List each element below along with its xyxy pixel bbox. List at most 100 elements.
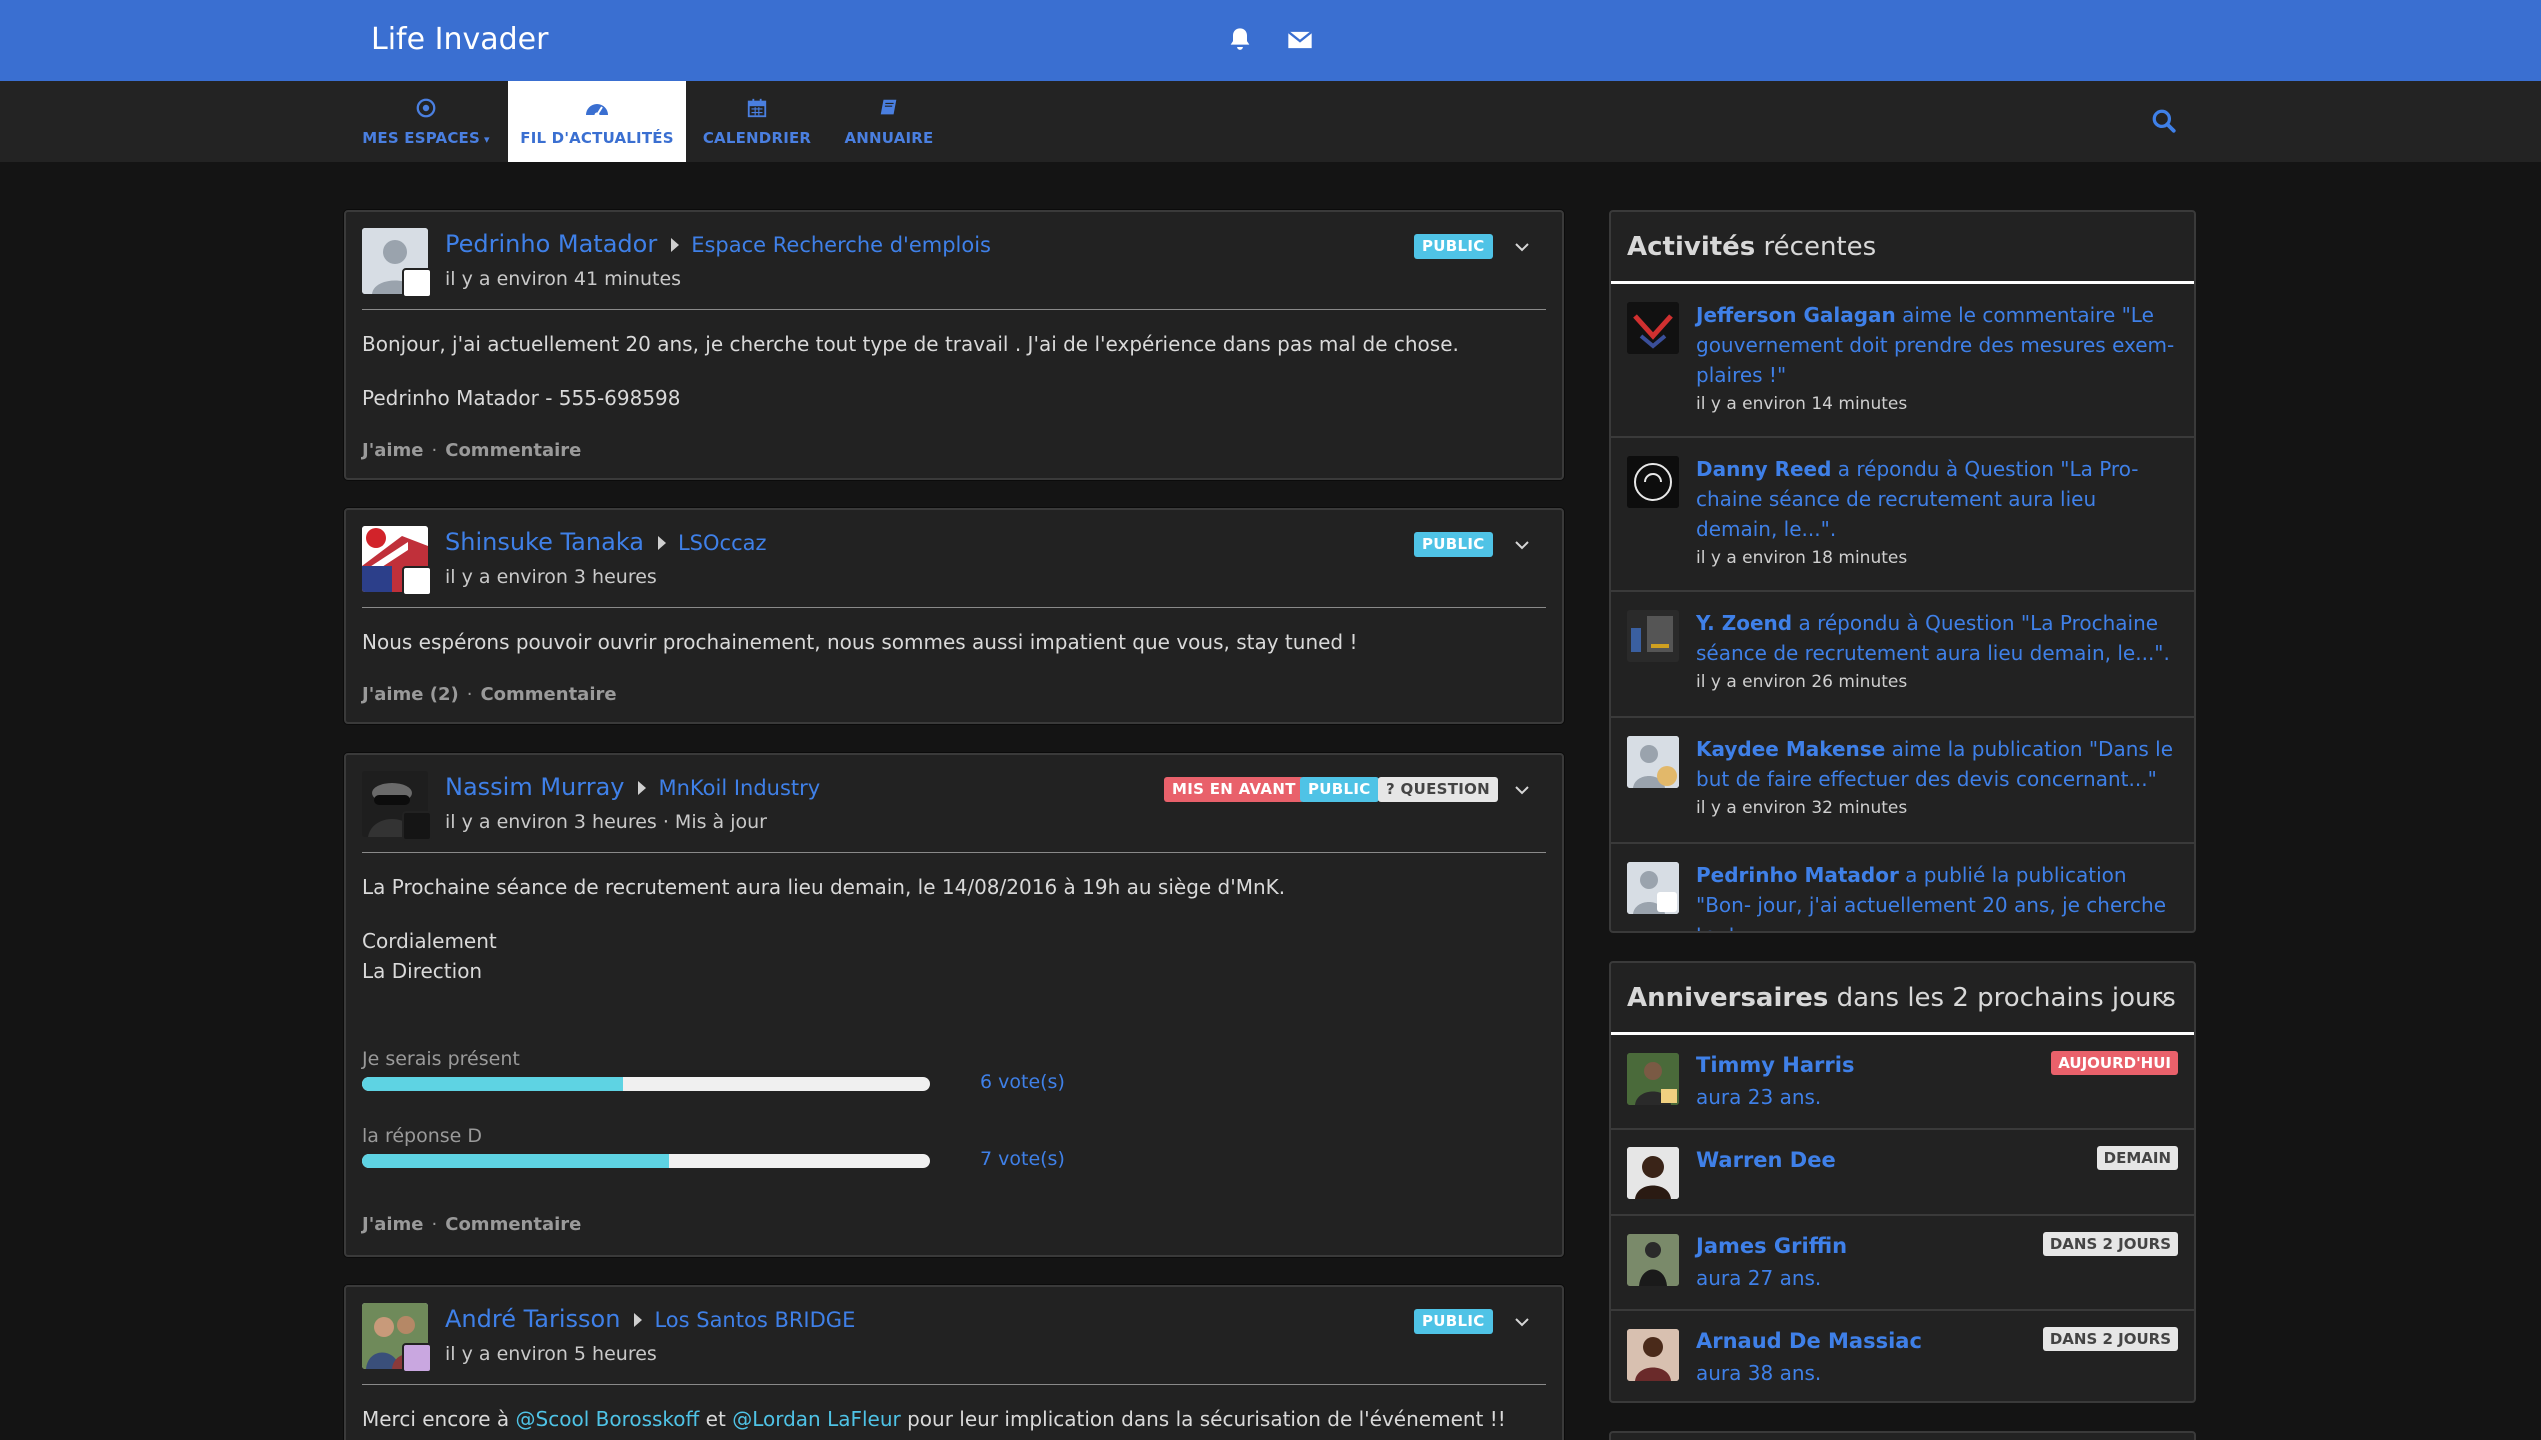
panel-title: Anniversaires dans les 2 prochains jours (1611, 963, 2194, 1035)
birthday-item: James Griffin aura 27 ans. DANS 2 JOURS (1611, 1216, 2194, 1311)
activity-user[interactable]: Jefferson Galagan (1696, 303, 1896, 327)
mention-link[interactable]: @Scool Borosskoff (516, 1407, 700, 1431)
post-actions: J'aime (2) · Commentaire (362, 684, 617, 705)
poll-bar (362, 1077, 930, 1091)
question-badge: ? QUESTION (1378, 777, 1499, 802)
post-space[interactable]: Espace Recherche d'emplois (691, 233, 991, 257)
chevron-down-icon[interactable] (2154, 991, 2172, 1009)
activity-item[interactable]: Jefferson Galagan aime le commentaire "L… (1611, 284, 2194, 438)
avatar (1627, 302, 1679, 354)
space-logo-icon (402, 1343, 432, 1373)
tab-calendrier[interactable]: CALENDRIER (700, 81, 814, 162)
comment-button[interactable]: Commentaire (480, 684, 616, 705)
post-space[interactable]: MnKoil Industry (658, 776, 820, 800)
divider (362, 852, 1546, 853)
activity-time: il y a environ 18 minutes (1696, 548, 1908, 568)
activity-time: il y a environ 32 minutes (1696, 798, 1908, 818)
poll-bar (362, 1154, 930, 1168)
post-time: il y a environ 5 heures (445, 1343, 657, 1365)
post-space[interactable]: LSOccaz (678, 531, 767, 555)
mention-link[interactable]: @Lordan LaFleur (732, 1407, 901, 1431)
like-button[interactable]: J'aime (362, 440, 424, 461)
top-header: Life Invader (0, 0, 2541, 81)
tab-fil-actualites[interactable]: FIL D'ACTUALITÉS (508, 81, 686, 162)
bell-icon[interactable] (1226, 26, 1254, 54)
arrow-right-icon (671, 238, 680, 252)
birthday-item: Timmy Harris aura 23 ans. AUJOURD'HUI (1611, 1035, 2194, 1130)
public-badge: PUBLIC (1414, 532, 1493, 557)
book-icon (880, 99, 897, 114)
activity-item[interactable]: Kaydee Makense aime la publication "Dans… (1611, 718, 2194, 844)
avatar[interactable] (1627, 1053, 1679, 1105)
in-2-days-badge: DANS 2 JOURS (2042, 1327, 2178, 1351)
comment-button[interactable]: Commentaire (445, 1214, 581, 1235)
post-author[interactable]: Pedrinho Matador Espace Recherche d'emplo… (445, 230, 991, 258)
app-title[interactable]: Life Invader (371, 22, 548, 57)
post-body: Nous espérons pouvoir ouvrir prochaineme… (362, 630, 1358, 654)
poll-fill (362, 1154, 669, 1168)
chevron-down-icon[interactable] (1513, 238, 1531, 256)
activity-item[interactable]: Pedrinho Matador a publié la publication… (1611, 844, 2194, 931)
divider (362, 1384, 1546, 1385)
post-actions: J'aime · Commentaire (362, 1214, 582, 1235)
birthday-name[interactable]: Arnaud De Massiac (1696, 1329, 1922, 1353)
like-button[interactable]: J'aime (362, 1214, 424, 1235)
panel-title: Activités récentes (1611, 212, 2194, 284)
recent-activity-panel: Activités récentes Jefferson Galagan aim… (1609, 210, 2196, 933)
featured-badge: MIS EN AVANT (1164, 777, 1304, 802)
question-icon: ? (1386, 780, 1401, 798)
post-card: André Tarisson Los Santos BRIDGE il y a e… (344, 1285, 1564, 1440)
post-body: La Direction (362, 959, 483, 983)
activity-item[interactable]: Y. Zoend a répondu à Question "La Procha… (1611, 592, 2194, 718)
space-logo-icon (402, 268, 432, 298)
birthday-name[interactable]: Timmy Harris (1696, 1053, 1854, 1077)
post-body: Bonjour, j'ai actuellement 20 ans, je ch… (362, 332, 1459, 356)
divider (362, 607, 1546, 608)
post-time: il y a environ 3 heures · Mis à jour (445, 811, 767, 833)
post-card: Nassim Murray MnKoil Industry il y a envi… (344, 753, 1564, 1257)
post-author[interactable]: Shinsuke Tanaka LSOccaz (445, 528, 767, 556)
chevron-down-icon[interactable] (1513, 781, 1531, 799)
poll-votes[interactable]: 6 vote(s) (980, 1071, 1065, 1093)
space-logo-icon (402, 811, 432, 841)
poll-votes[interactable]: 7 vote(s) (980, 1148, 1065, 1170)
like-button[interactable]: J'aime (2) (362, 684, 459, 705)
birthday-name[interactable]: James Griffin (1696, 1234, 1847, 1258)
public-badge: PUBLIC (1414, 1309, 1493, 1334)
chevron-down-icon[interactable] (1513, 536, 1531, 554)
public-badge: PUBLIC (1300, 777, 1379, 802)
activity-user[interactable]: Pedrinho Matador (1696, 863, 1899, 887)
post-author[interactable]: André Tarisson Los Santos BRIDGE (445, 1305, 855, 1333)
avatar[interactable] (1627, 1234, 1679, 1286)
post-body: Pedrinho Matador - 555-698598 (362, 386, 681, 410)
poll-fill (362, 1077, 624, 1091)
poll-option-label: la réponse D (362, 1125, 483, 1147)
envelope-icon[interactable] (1286, 26, 1314, 54)
post-author[interactable]: Nassim Murray MnKoil Industry (445, 773, 820, 801)
activity-user[interactable]: Danny Reed (1696, 457, 1831, 481)
birthday-item: Warren Dee DEMAIN (1611, 1130, 2194, 1216)
post-space[interactable]: Los Santos BRIDGE (654, 1308, 855, 1332)
tab-label: MES ESPACES (362, 128, 480, 147)
tab-mes-espaces[interactable]: MES ESPACES ▾ (360, 81, 492, 162)
space-logo-icon (402, 566, 432, 596)
activity-user[interactable]: Y. Zoend (1696, 611, 1792, 635)
avatar[interactable] (1627, 1329, 1679, 1381)
birthday-name[interactable]: Warren Dee (1696, 1148, 1836, 1172)
avatar (1627, 736, 1679, 788)
tab-label: FIL D'ACTUALITÉS (520, 128, 674, 147)
activity-user[interactable]: Kaydee Makense (1696, 737, 1885, 761)
tab-annuaire[interactable]: ANNUAIRE (834, 81, 944, 162)
avatar[interactable] (1627, 1147, 1679, 1199)
activity-item[interactable]: Danny Reed a répondu à Question "La Pro-… (1611, 438, 2194, 592)
search-icon[interactable] (2151, 108, 2177, 134)
post-time: il y a environ 3 heures (445, 566, 657, 588)
tomorrow-badge: DEMAIN (2096, 1146, 2178, 1170)
avatar (1627, 456, 1679, 508)
birthdays-panel: Anniversaires dans les 2 prochains jours… (1609, 961, 2196, 1403)
chevron-down-icon[interactable] (1513, 1313, 1531, 1331)
poll-option-label: Je serais présent (362, 1048, 520, 1070)
arrow-right-icon (634, 1313, 643, 1327)
comment-button[interactable]: Commentaire (445, 440, 581, 461)
birthday-item: Arnaud De Massiac aura 38 ans. DANS 2 JO… (1611, 1311, 2194, 1401)
